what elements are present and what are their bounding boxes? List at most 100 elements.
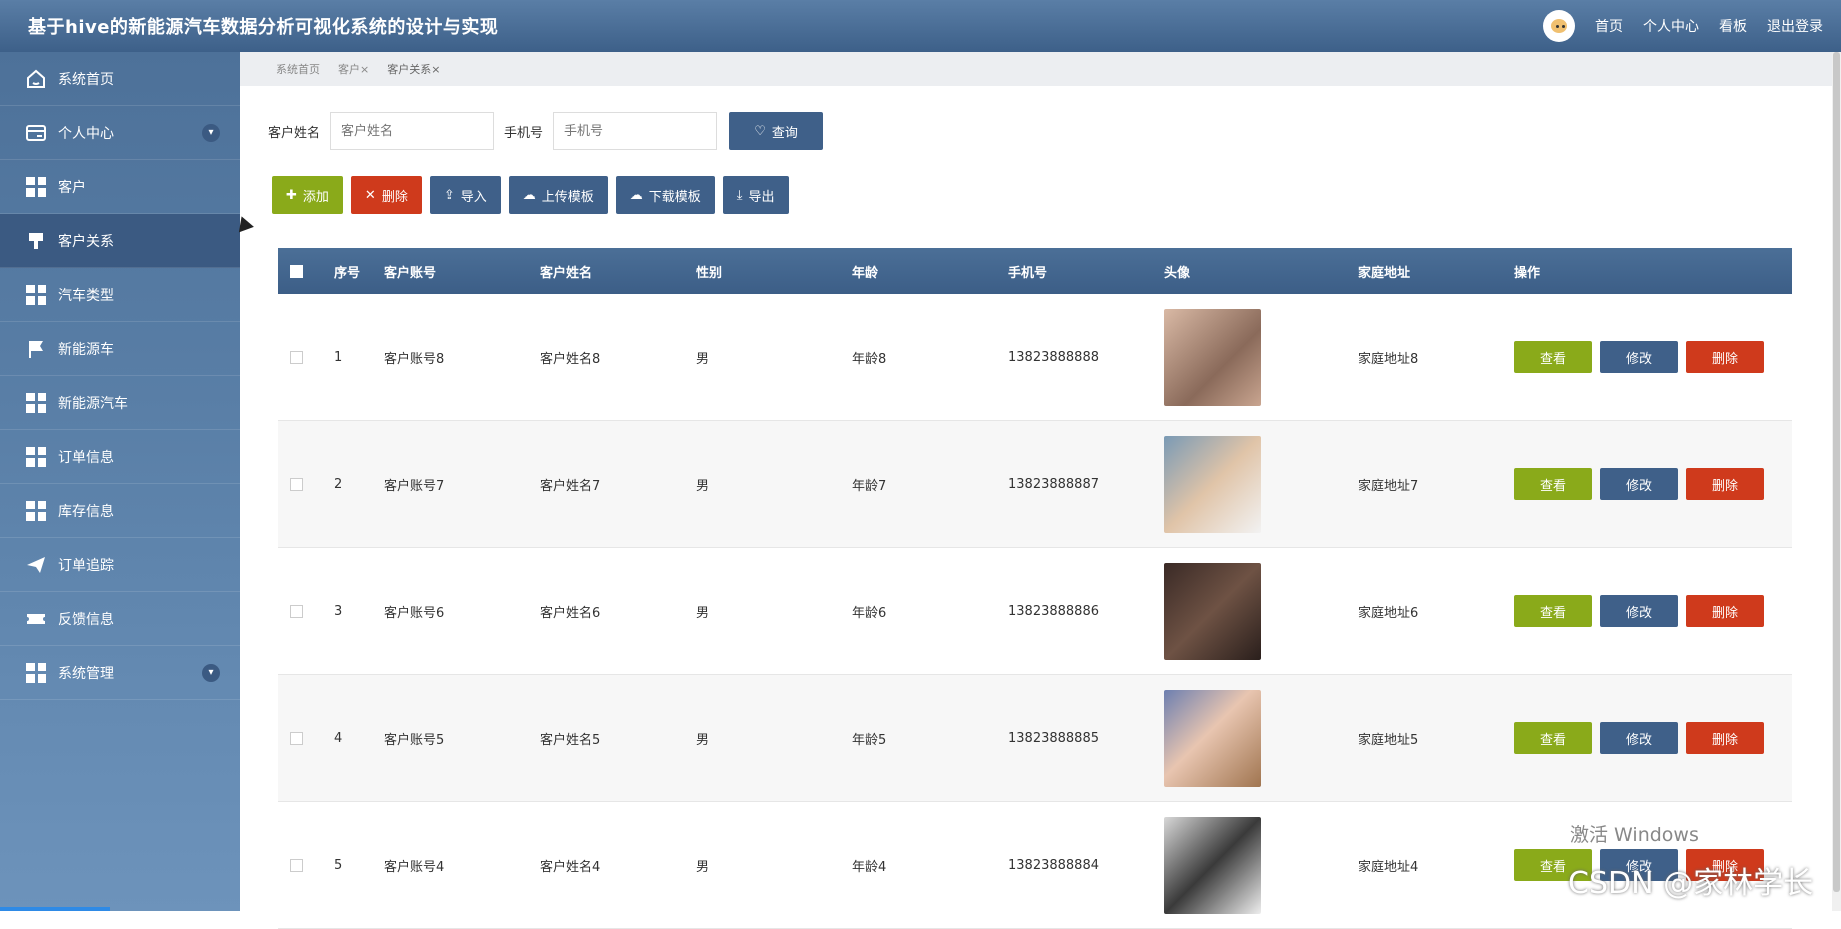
sidebar-item-label: 反馈信息 <box>58 611 114 628</box>
sidebar-item-label: 客户 <box>58 179 86 196</box>
grid-icon <box>24 499 48 523</box>
export-button[interactable]: ⤓ 导出 <box>722 176 789 214</box>
cell-sex: 男 <box>696 478 710 494</box>
sidebar-item-stock-info[interactable]: 库存信息 <box>0 484 240 538</box>
import-button[interactable]: ⇪ 导入 <box>429 176 501 214</box>
select-all-checkbox[interactable] <box>290 264 303 278</box>
cell-sex: 男 <box>696 605 710 621</box>
cell-address: 家庭地址6 <box>1358 605 1419 621</box>
upload-template-button[interactable]: ☁ 上传模板 <box>508 176 608 214</box>
column-header: 年龄 <box>852 265 879 281</box>
cell-phone: 13823888886 <box>1008 603 1099 619</box>
row-checkbox[interactable] <box>290 731 303 745</box>
sidebar-item-home[interactable]: 系统首页 <box>0 52 240 106</box>
view-button[interactable]: 查看 <box>1514 595 1592 627</box>
cell-age: 年龄5 <box>852 732 887 748</box>
row-checkbox[interactable] <box>290 604 303 618</box>
delete-button[interactable]: ✕ 删除 <box>350 176 422 214</box>
customer-name-label: 客户姓名 <box>268 125 321 141</box>
cell-sex: 男 <box>696 732 710 748</box>
avatar <box>1164 689 1261 787</box>
row-delete-button[interactable]: 删除 <box>1686 722 1764 754</box>
customer-name-input[interactable] <box>330 112 495 150</box>
upload-icon: ⇪ <box>443 187 455 203</box>
edit-button[interactable]: 修改 <box>1600 341 1678 373</box>
tab-customer[interactable]: 客户× <box>338 61 369 77</box>
vertical-scrollbar[interactable] <box>1832 52 1841 911</box>
top-bar: 基于hive的新能源汽车数据分析可视化系统的设计与实现 首页 个人中心 看板 退… <box>0 0 1841 52</box>
download-template-button[interactable]: ☁ 下载模板 <box>615 176 715 214</box>
search-button[interactable]: ♡ 查询 <box>729 112 824 150</box>
search-bar: 客户姓名 手机号 ♡查询 <box>268 112 824 150</box>
column-header: 性别 <box>696 265 723 281</box>
view-button[interactable]: 查看 <box>1514 468 1592 500</box>
table-row: 2 客户账号7 客户姓名7 男 年龄7 13823888887 家庭地址7 查看… <box>278 421 1792 548</box>
edit-button[interactable]: 修改 <box>1600 468 1678 500</box>
sidebar-item-profile[interactable]: 个人中心 ▾ <box>0 106 240 160</box>
view-button[interactable]: 查看 <box>1514 722 1592 754</box>
avatar <box>1164 562 1261 660</box>
phone-input[interactable] <box>553 112 718 150</box>
cell-name: 客户姓名6 <box>540 605 601 621</box>
cell-phone: 13823888887 <box>1008 476 1099 492</box>
tab-home[interactable]: 系统首页 <box>276 61 320 77</box>
nav-logout-link[interactable]: 退出登录 <box>1767 16 1823 36</box>
sidebar-item-car-type[interactable]: 汽车类型 <box>0 268 240 322</box>
row-delete-button[interactable]: 删除 <box>1686 595 1764 627</box>
cell-phone: 13823888888 <box>1008 349 1099 365</box>
sidebar-item-system[interactable]: 系统管理 ▾ <box>0 646 240 700</box>
card-icon <box>24 121 48 145</box>
row-checkbox[interactable] <box>290 858 303 872</box>
sidebar-item-label: 新能源汽车 <box>58 395 128 412</box>
sidebar-item-order-info[interactable]: 订单信息 <box>0 430 240 484</box>
table-header: 序号 客户账号 客户姓名 性别 年龄 手机号 头像 家庭地址 操作 <box>278 248 1792 294</box>
column-header: 客户账号 <box>384 265 437 281</box>
sidebar-item-nev[interactable]: 新能源车 <box>0 322 240 376</box>
customer-relation-table: 序号 客户账号 客户姓名 性别 年龄 手机号 头像 家庭地址 操作 1 客户账号… <box>278 248 1792 929</box>
scrollbar-thumb[interactable] <box>1833 52 1840 892</box>
chevron-down-icon[interactable]: ▾ <box>202 123 220 142</box>
row-delete-button[interactable]: 删除 <box>1686 341 1764 373</box>
windows-activation-watermark: 激活 Windows <box>1570 824 1699 846</box>
cell-age: 年龄6 <box>852 605 887 621</box>
sidebar-item-nev-car[interactable]: 新能源汽车 <box>0 376 240 430</box>
edit-button[interactable]: 修改 <box>1600 722 1678 754</box>
sidebar-item-feedback[interactable]: 反馈信息 <box>0 592 240 646</box>
nav-profile-link[interactable]: 个人中心 <box>1643 16 1699 36</box>
close-icon: ✕ <box>364 187 376 203</box>
user-avatar[interactable] <box>1543 10 1575 42</box>
column-header: 家庭地址 <box>1358 265 1411 281</box>
edit-button[interactable]: 修改 <box>1600 595 1678 627</box>
sidebar-item-order-tracking[interactable]: 订单追踪 <box>0 538 240 592</box>
view-button[interactable]: 查看 <box>1514 341 1592 373</box>
sidebar-item-customer[interactable]: 客户 <box>0 160 240 214</box>
grid-icon <box>24 445 48 469</box>
chevron-down-icon[interactable]: ▾ <box>202 663 220 682</box>
nav-dashboard-link[interactable]: 看板 <box>1719 16 1747 36</box>
row-delete-button[interactable]: 删除 <box>1686 468 1764 500</box>
tab-customer-relation[interactable]: 客户关系× <box>387 61 440 77</box>
cell-phone: 13823888884 <box>1008 857 1099 873</box>
flag-icon <box>24 337 48 361</box>
cell-account: 客户账号8 <box>384 351 445 367</box>
cell-name: 客户姓名7 <box>540 478 601 494</box>
sidebar-item-customer-relation[interactable]: 客户关系 <box>0 214 240 268</box>
add-button[interactable]: ✚ 添加 <box>272 176 343 214</box>
cell-sex: 男 <box>696 351 710 367</box>
download-icon: ⤓ <box>736 187 743 203</box>
nav-home-link[interactable]: 首页 <box>1595 16 1623 36</box>
row-checkbox[interactable] <box>290 477 303 491</box>
grid-icon <box>24 661 48 685</box>
row-checkbox[interactable] <box>290 350 303 364</box>
cell-sex: 男 <box>696 859 710 875</box>
column-header: 序号 <box>334 265 361 281</box>
sidebar-item-label: 系统首页 <box>58 71 114 88</box>
main-content: 客户姓名 手机号 ♡查询 ✚添加 ✕删除 ⇪导入 ☁上传模板 ☁下载模板 ⤓导出… <box>240 86 1832 929</box>
table-row: 4 客户账号5 客户姓名5 男 年龄5 13823888885 家庭地址5 查看… <box>278 675 1792 802</box>
paper-plane-icon <box>24 553 48 577</box>
cell-phone: 13823888885 <box>1008 730 1099 746</box>
column-header: 操作 <box>1514 265 1541 281</box>
cell-name: 客户姓名5 <box>540 732 601 748</box>
table-body: 1 客户账号8 客户姓名8 男 年龄8 13823888888 家庭地址8 查看… <box>278 294 1792 929</box>
avatar <box>1164 308 1261 406</box>
